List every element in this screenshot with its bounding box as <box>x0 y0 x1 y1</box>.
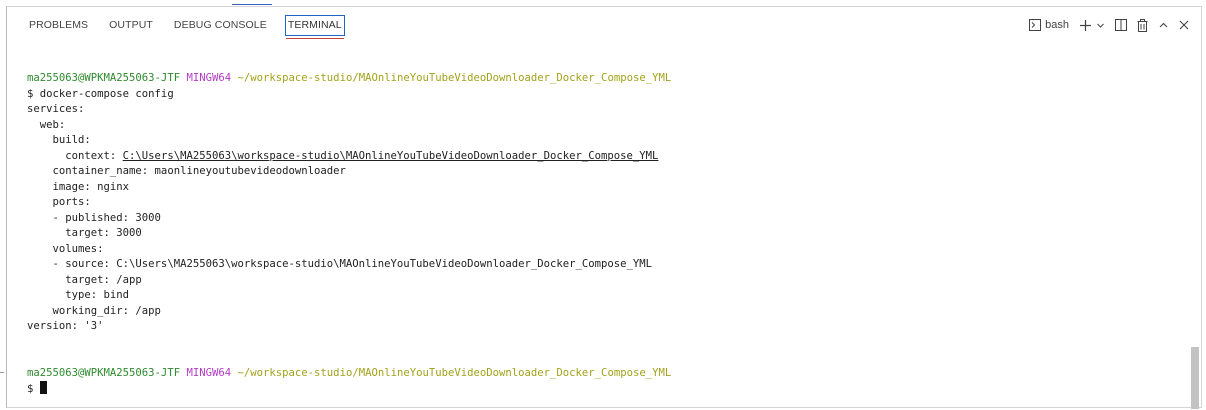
command-line: $ docker-compose config <box>27 87 174 100</box>
output-line: version: '3' <box>27 320 104 332</box>
terminal-output[interactable]: ma255063@WPKMA255063-JTF MINGW64 ~/works… <box>27 71 1171 398</box>
prompt-user: ma255063@WPKMA255063-JTF <box>27 72 181 84</box>
output-line: volumes: <box>27 242 104 255</box>
output-line: context: C:\Users\MA255063\workspace-stu… <box>27 149 1171 165</box>
output-line: - source: C:\Users\MA255063\workspace-st… <box>27 258 653 270</box>
output-line: services: <box>27 103 85 115</box>
prompt-path: ~/workspace-studio/MAOnlineYouTubeVideoD… <box>237 72 672 84</box>
panel-tab-bar: PROBLEMS OUTPUT DEBUG CONSOLE TERMINAL <box>7 7 1201 43</box>
text-cursor <box>39 381 47 394</box>
split-pane-icon[interactable] <box>1115 19 1127 31</box>
output-line: working_dir: /app <box>27 304 161 317</box>
context-path-link[interactable]: C:\Users\MA255063\workspace-studio\MAOnl… <box>123 150 659 162</box>
prompt-path: ~/workspace-studio/MAOnlineYouTubeVideoD… <box>237 366 672 379</box>
trash-icon[interactable] <box>1137 18 1148 32</box>
output-line: ports: <box>27 196 91 208</box>
output-line: container_name: maonlineyoutubevideodown… <box>27 165 346 177</box>
output-line: build: <box>27 134 91 146</box>
output-line: target: 3000 <box>27 227 142 239</box>
terminal-profile-label: bash <box>1045 19 1069 31</box>
close-icon[interactable] <box>1179 20 1189 30</box>
input-line[interactable]: $ <box>27 381 1171 398</box>
prompt-system: MINGW64 <box>186 72 232 84</box>
prompt-system: MINGW64 <box>186 366 232 379</box>
output-line: type: bind <box>27 289 130 301</box>
plus-icon[interactable] <box>1079 19 1092 32</box>
top-edge-accent <box>232 0 272 5</box>
context-label: context: <box>27 149 123 162</box>
prompt-user: ma255063@WPKMA255063-JTF <box>27 366 181 379</box>
prompt-line: ma255063@WPKMA255063-JTF MINGW64 ~/works… <box>27 71 1171 87</box>
left-edge-mark <box>0 372 4 373</box>
tab-problems[interactable]: PROBLEMS <box>29 19 88 31</box>
terminal-panel: PROBLEMS OUTPUT DEBUG CONSOLE TERMINAL b… <box>6 6 1202 409</box>
output-line: web: <box>27 118 66 131</box>
tab-output[interactable]: OUTPUT <box>109 19 153 31</box>
terminal-scrollbar[interactable] <box>1191 347 1199 409</box>
input-prompt: $ <box>27 383 40 395</box>
chevron-down-icon[interactable] <box>1096 21 1105 30</box>
tab-terminal[interactable]: TERMINAL <box>284 14 345 39</box>
terminal-icon <box>1029 19 1042 31</box>
panel-actions: bash <box>1029 7 1189 43</box>
output-line: target: /app <box>27 273 142 286</box>
terminal-profile-selector[interactable]: bash <box>1029 19 1069 31</box>
output-line: - published: 3000 <box>27 211 161 224</box>
chevron-up-icon[interactable] <box>1158 20 1169 31</box>
output-line: image: nginx <box>27 180 130 193</box>
tab-debug-console[interactable]: DEBUG CONSOLE <box>174 19 267 31</box>
prompt-line: ma255063@WPKMA255063-JTF MINGW64 ~/works… <box>27 366 1171 382</box>
